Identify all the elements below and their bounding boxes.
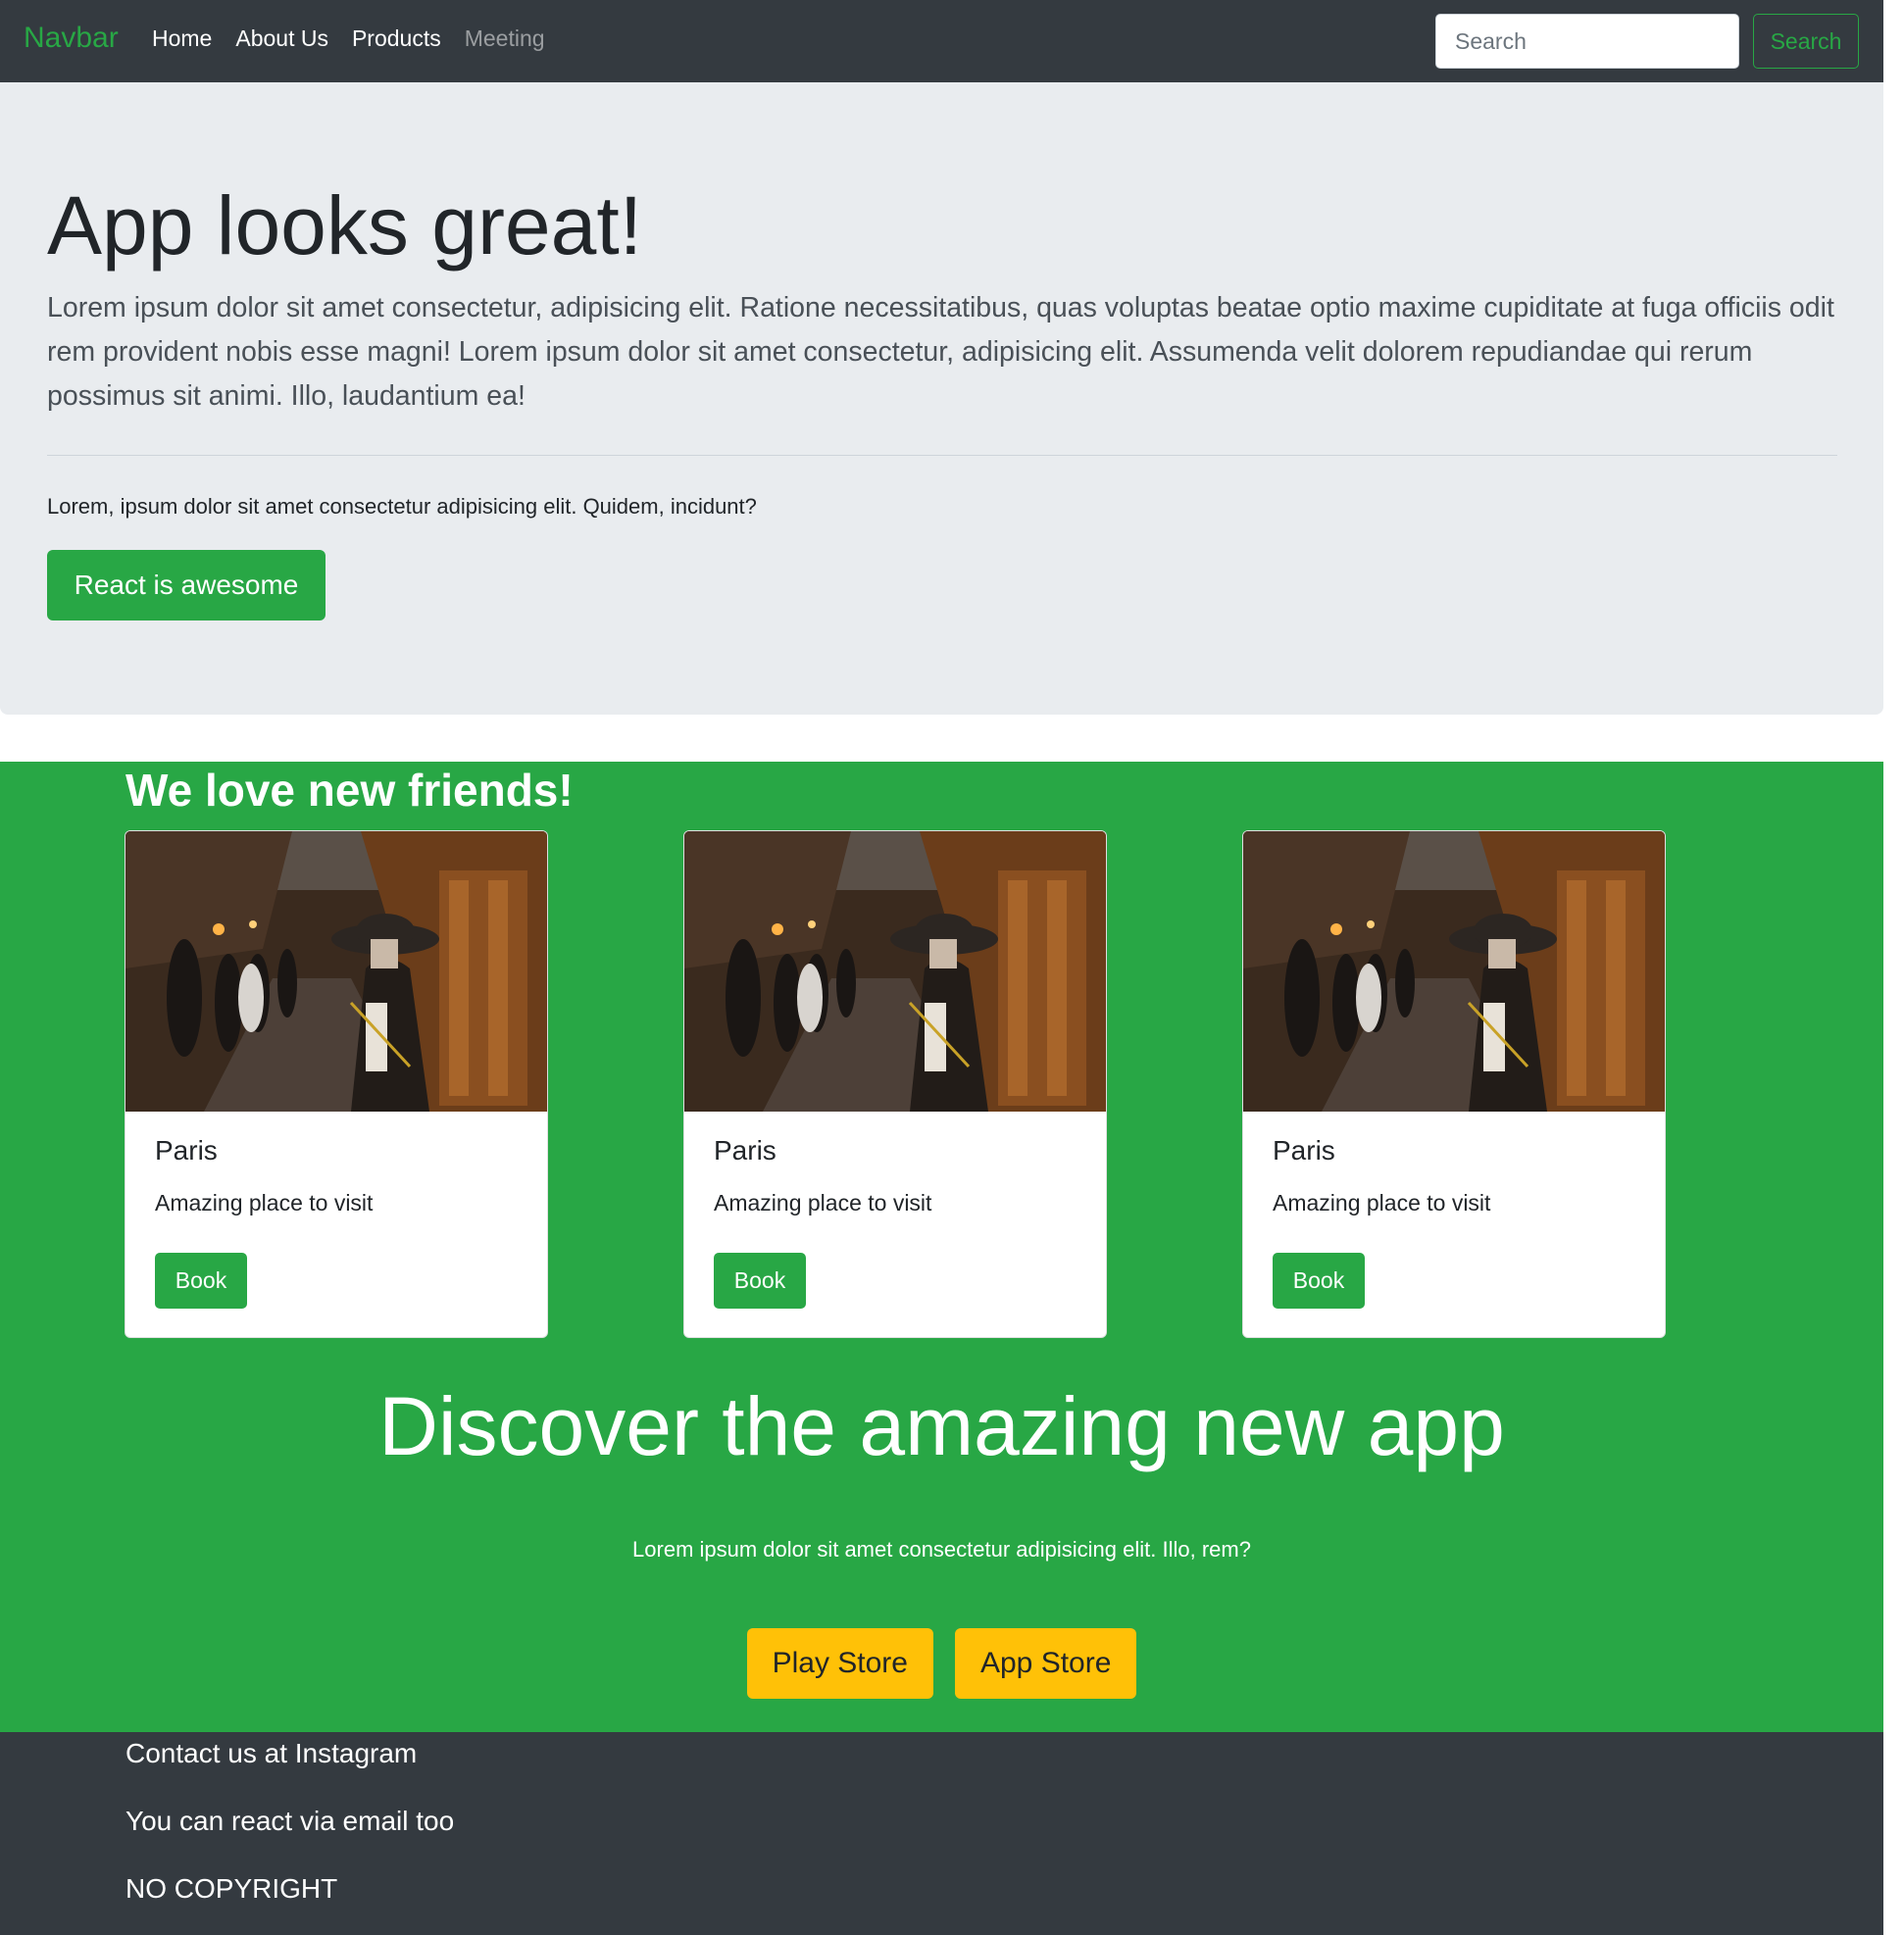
footer: Contact us at Instagram You can react vi… bbox=[0, 1732, 1883, 1935]
nav-link-home[interactable]: Home bbox=[152, 25, 212, 52]
navbar: Navbar Home About Us Products Meeting Se… bbox=[0, 0, 1883, 82]
card-paris-2: Paris Amazing place to visit Book bbox=[683, 830, 1107, 1338]
friends-title: We love new friends! bbox=[125, 765, 574, 816]
card-image bbox=[684, 831, 1106, 1112]
card-image bbox=[125, 831, 547, 1112]
footer-email: You can react via email too bbox=[125, 1806, 455, 1836]
jumbotron-text: Lorem, ipsum dolor sit amet consectetur … bbox=[47, 494, 757, 519]
jumbotron: App looks great! Lorem ipsum dolor sit a… bbox=[0, 82, 1883, 715]
react-awesome-button[interactable]: React is awesome bbox=[47, 550, 326, 620]
book-button[interactable]: Book bbox=[714, 1253, 806, 1309]
card-text: Amazing place to visit bbox=[1273, 1190, 1491, 1216]
footer-contact: Contact us at Instagram bbox=[125, 1738, 418, 1768]
nav-link-meeting[interactable]: Meeting bbox=[465, 25, 545, 52]
nav-link-products[interactable]: Products bbox=[352, 25, 441, 52]
card-paris-3: Paris Amazing place to visit Book bbox=[1242, 830, 1666, 1338]
book-button[interactable]: Book bbox=[155, 1253, 247, 1309]
card-title: Paris bbox=[714, 1135, 777, 1166]
card-text: Amazing place to visit bbox=[155, 1190, 374, 1216]
search-button[interactable]: Search bbox=[1753, 14, 1859, 69]
navbar-brand[interactable]: Navbar bbox=[24, 22, 119, 55]
card-text: Amazing place to visit bbox=[714, 1190, 932, 1216]
book-button[interactable]: Book bbox=[1273, 1253, 1365, 1309]
card-title: Paris bbox=[155, 1135, 218, 1166]
card-title: Paris bbox=[1273, 1135, 1335, 1166]
store-buttons: Play Store App Store bbox=[0, 1628, 1883, 1699]
card-paris-1: Paris Amazing place to visit Book bbox=[125, 830, 548, 1338]
card-image bbox=[1243, 831, 1665, 1112]
nav-links: Home About Us Products Meeting bbox=[152, 25, 569, 52]
jumbotron-lead: Lorem ipsum dolor sit amet consectetur, … bbox=[47, 292, 1834, 412]
discover-text: Lorem ipsum dolor sit amet consectetur a… bbox=[632, 1537, 1251, 1562]
nav-link-about-us[interactable]: About Us bbox=[235, 25, 328, 52]
friends-section: We love new friends! Paris Amazing place… bbox=[0, 762, 1883, 1732]
footer-copyright: NO COPYRIGHT bbox=[125, 1873, 338, 1904]
jumbotron-divider bbox=[47, 455, 1837, 456]
search-input[interactable] bbox=[1435, 14, 1739, 69]
discover-title: Discover the amazing new app bbox=[378, 1380, 1505, 1472]
play-store-button[interactable]: Play Store bbox=[746, 1628, 933, 1699]
jumbotron-title: App looks great! bbox=[47, 179, 643, 272]
app-store-button[interactable]: App Store bbox=[954, 1628, 1137, 1699]
